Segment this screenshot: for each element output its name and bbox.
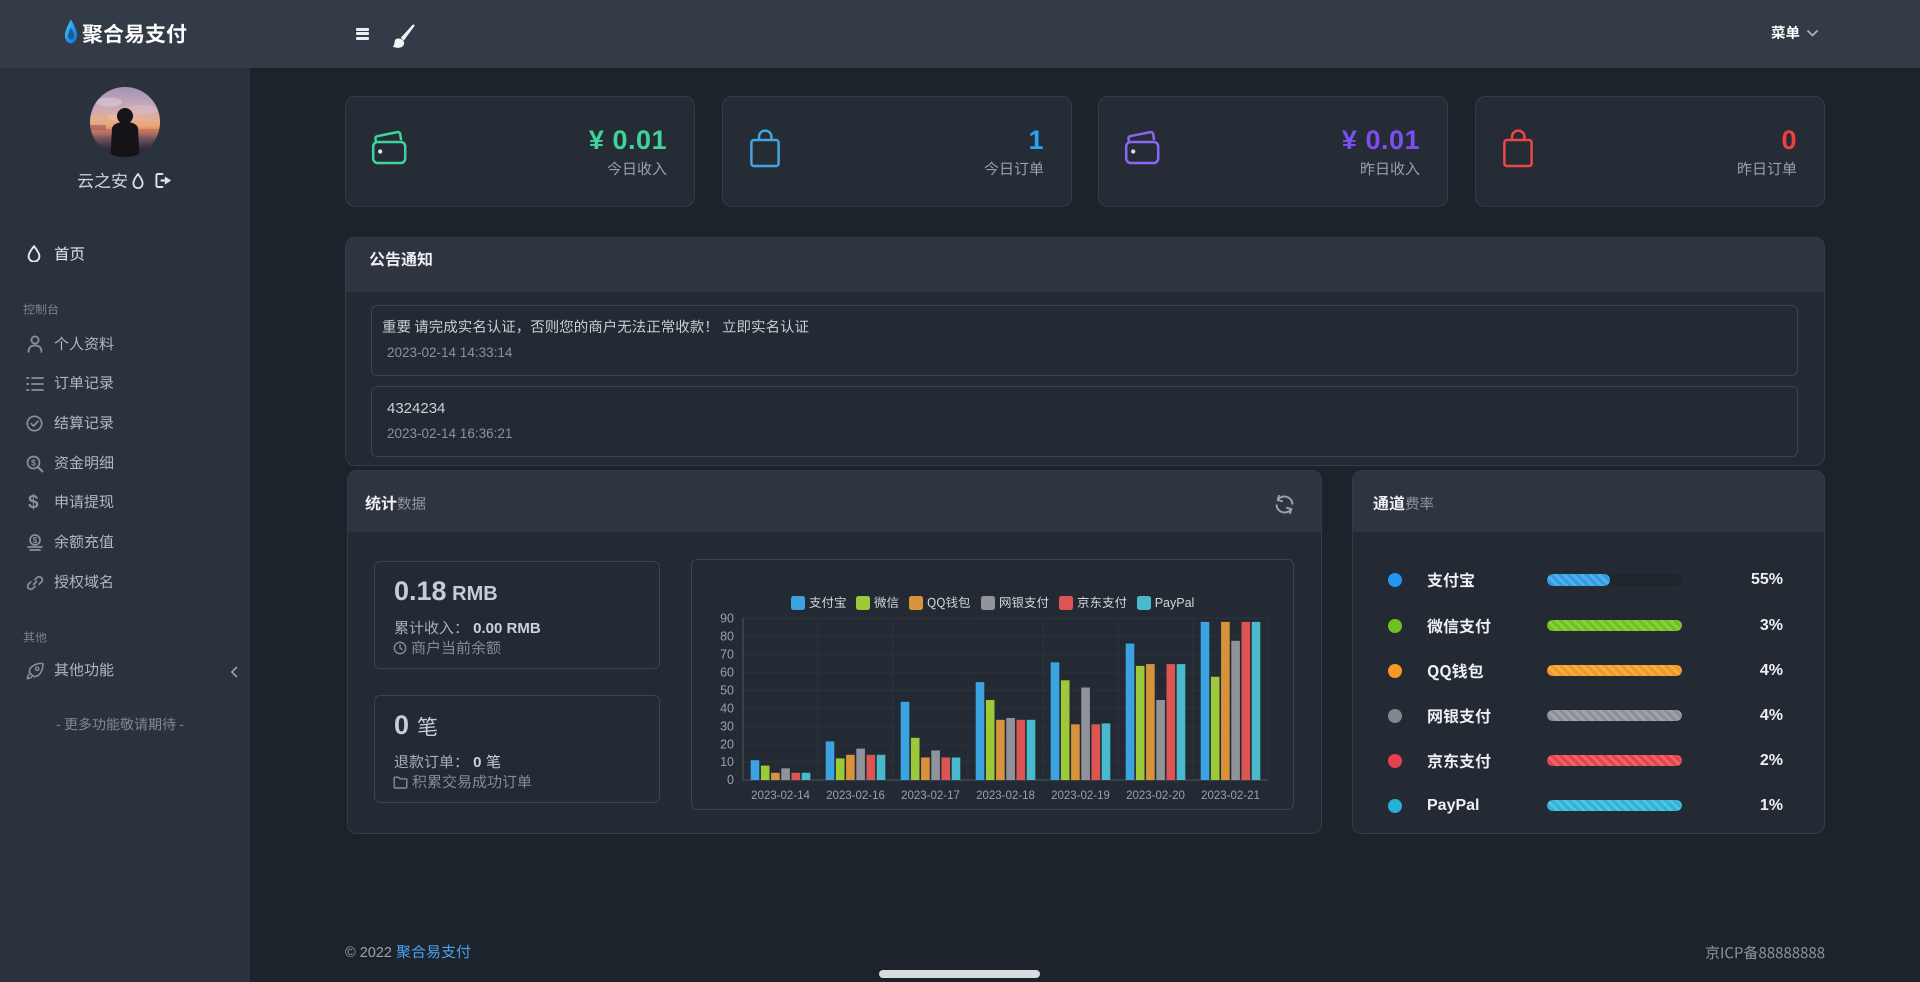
svg-text:0: 0 xyxy=(727,773,734,787)
svg-text:2023-02-17: 2023-02-17 xyxy=(901,790,960,802)
svg-text:2023-02-18: 2023-02-18 xyxy=(976,790,1035,802)
svg-text:$: $ xyxy=(33,536,38,545)
svg-text:80: 80 xyxy=(720,630,734,644)
svg-text:50: 50 xyxy=(720,683,734,697)
svg-text:10: 10 xyxy=(720,755,734,769)
svg-text:70: 70 xyxy=(720,647,734,661)
svg-text:2023-02-19: 2023-02-19 xyxy=(1051,790,1110,802)
svg-text:$: $ xyxy=(31,458,36,468)
svg-text:40: 40 xyxy=(720,701,734,715)
svg-text:2023-02-14: 2023-02-14 xyxy=(751,790,810,802)
svg-text:2023-02-21: 2023-02-21 xyxy=(1201,790,1260,802)
svg-text:60: 60 xyxy=(720,665,734,679)
svg-text:20: 20 xyxy=(720,737,734,751)
svg-text:90: 90 xyxy=(720,612,734,626)
svg-text:2023-02-16: 2023-02-16 xyxy=(826,790,885,802)
svg-text:30: 30 xyxy=(720,719,734,733)
svg-text:2023-02-20: 2023-02-20 xyxy=(1126,790,1185,802)
